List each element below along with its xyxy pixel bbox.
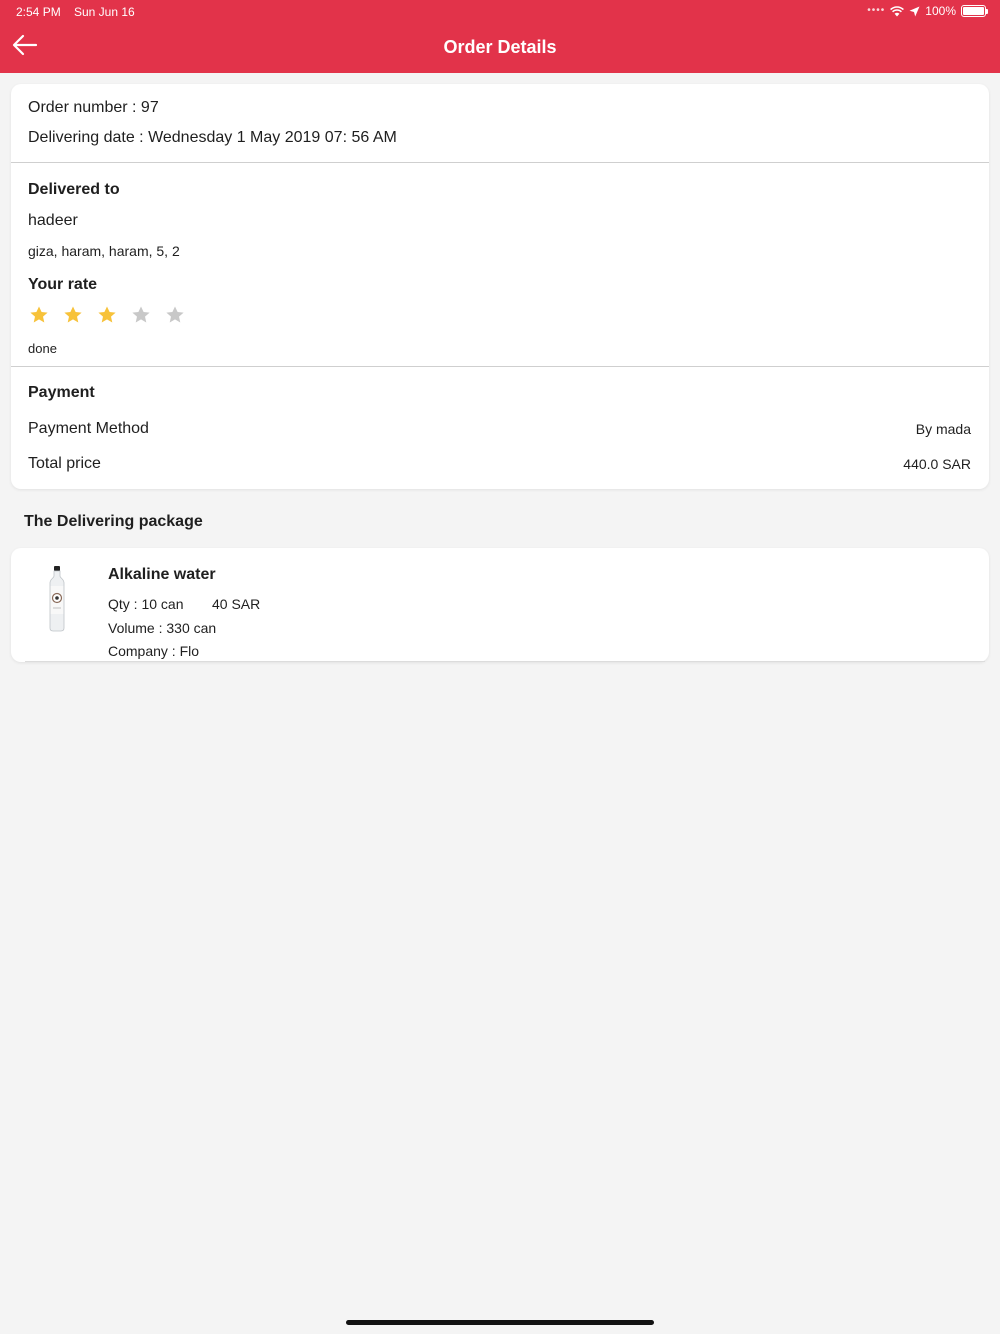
item-name: Alkaline water <box>108 566 216 583</box>
item-price: 40 SAR <box>212 596 261 612</box>
divider <box>25 661 985 662</box>
divider <box>11 366 989 367</box>
item-company: Company : Flo <box>108 643 200 659</box>
order-number: Order number : 97 <box>28 99 159 116</box>
signal-dots-icon: •••• <box>867 4 886 16</box>
item-qty: Qty : 10 can <box>108 596 184 612</box>
status-date: Sun Jun 16 <box>74 5 135 19</box>
payment-method-value: By mada <box>915 421 971 437</box>
star-icon[interactable] <box>29 305 49 325</box>
order-details-card: Order number : 97 Delivering date : Wedn… <box>11 84 989 489</box>
status-time: 2:54 PM <box>16 5 61 19</box>
water-bottle-icon <box>49 566 65 632</box>
page-title: Order Details <box>443 37 557 57</box>
your-rate-heading: Your rate <box>28 276 98 293</box>
top-bar: 2:54 PM Sun Jun 16 •••• 100% Order Detai… <box>0 0 1000 73</box>
star-icon[interactable] <box>63 305 83 325</box>
rating-stars[interactable] <box>29 305 185 325</box>
star-icon[interactable] <box>165 305 185 325</box>
delivering-date: Delivering date : Wednesday 1 May 2019 0… <box>28 129 397 146</box>
package-heading: The Delivering package <box>24 513 203 530</box>
location-arrow-icon <box>909 6 920 16</box>
home-indicator[interactable] <box>346 1320 654 1325</box>
battery-percent: 100% <box>925 4 956 18</box>
battery-icon <box>961 5 988 17</box>
package-item[interactable]: Alkaline water Qty : 10 can 40 SAR Volum… <box>11 548 989 662</box>
recipient-name: hadeer <box>28 212 78 229</box>
payment-method-label: Payment Method <box>28 420 149 437</box>
wifi-icon <box>890 5 905 16</box>
delivered-to-heading: Delivered to <box>28 181 120 198</box>
rating-status: done <box>28 341 57 356</box>
total-price-value: 440.0 SAR <box>903 456 971 472</box>
item-volume: Volume : 330 can <box>108 620 217 636</box>
divider <box>11 162 989 163</box>
delivery-address: giza, haram, haram, 5, 2 <box>28 243 180 259</box>
payment-heading: Payment <box>28 384 95 401</box>
star-icon[interactable] <box>131 305 151 325</box>
star-icon[interactable] <box>97 305 117 325</box>
total-price-label: Total price <box>28 455 101 472</box>
status-indicators: •••• 100% <box>867 4 988 18</box>
